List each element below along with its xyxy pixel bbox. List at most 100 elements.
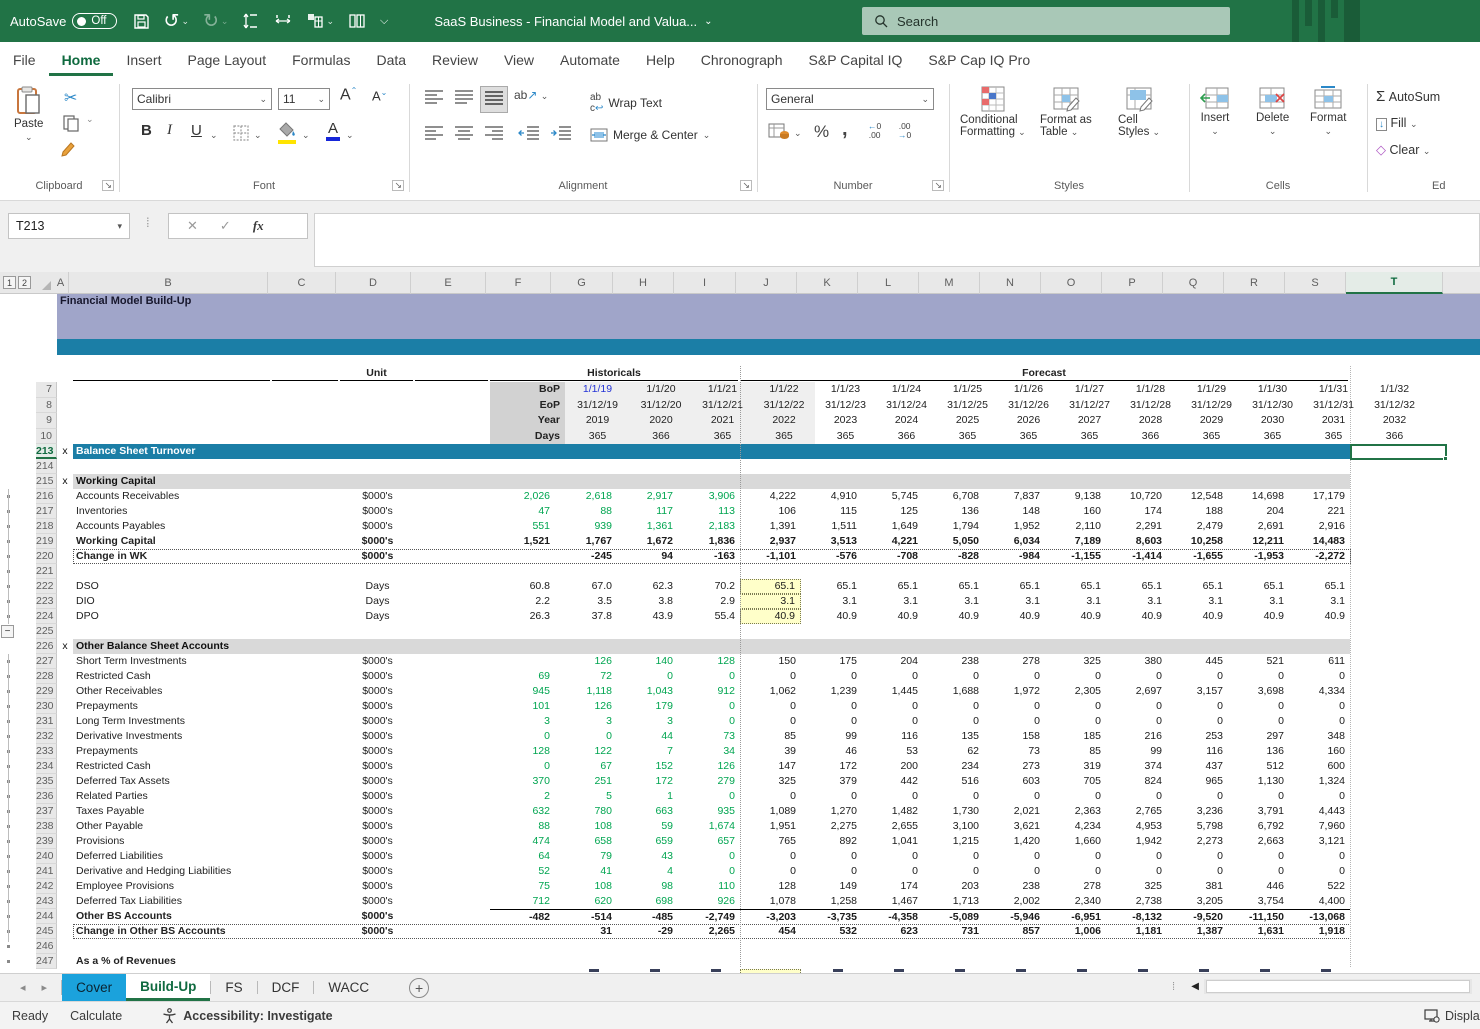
sheet-tab-wacc[interactable]: WACC xyxy=(314,974,383,1001)
ribbon-tab-formulas[interactable]: Formulas xyxy=(279,44,363,76)
cell[interactable] xyxy=(1228,624,1289,639)
cell[interactable]: 40.9 xyxy=(1289,609,1350,624)
cell[interactable]: 73 xyxy=(678,729,740,744)
cell[interactable]: 106 xyxy=(740,504,801,519)
cell[interactable]: 1,511 xyxy=(801,519,862,534)
cell[interactable]: 73 xyxy=(984,744,1045,759)
column-header-D[interactable]: D xyxy=(336,272,411,294)
cell[interactable]: 3.1 xyxy=(801,594,862,609)
cell[interactable] xyxy=(1289,954,1350,969)
cell[interactable] xyxy=(490,939,555,954)
cell[interactable]: 3.1 xyxy=(862,594,923,609)
cell[interactable] xyxy=(740,564,801,579)
cell[interactable]: 31/12/26 xyxy=(998,398,1059,414)
decrease-font-icon[interactable]: A⌄ xyxy=(372,88,387,103)
cell[interactable]: 72 xyxy=(555,669,617,684)
orientation-icon[interactable]: ab↗ ⌄ xyxy=(514,88,548,102)
row-header-244[interactable]: 244 xyxy=(36,909,57,924)
cell[interactable]: 442 xyxy=(862,774,923,789)
cell[interactable]: 4,222 xyxy=(740,489,801,504)
cell[interactable]: 152 xyxy=(617,759,678,774)
percent-icon[interactable]: % xyxy=(814,122,829,142)
cell[interactable]: 1/1/30 xyxy=(1242,382,1303,398)
cell[interactable] xyxy=(923,939,984,954)
cell[interactable]: 0 xyxy=(1289,699,1350,714)
cell[interactable] xyxy=(984,954,1045,969)
borders-caret[interactable]: ⌄ xyxy=(254,130,262,141)
column-header-B[interactable]: B xyxy=(69,272,268,294)
cell[interactable]: 2,479 xyxy=(1167,519,1228,534)
row-header-228[interactable]: 228 xyxy=(36,669,57,684)
cell[interactable]: 2,916 xyxy=(1289,519,1350,534)
cell[interactable]: 0 xyxy=(1167,669,1228,684)
cell[interactable]: 94 xyxy=(617,549,678,564)
cell[interactable]: 0 xyxy=(1106,669,1167,684)
cell[interactable]: 1/1/29 xyxy=(1181,382,1242,398)
cell[interactable]: 0 xyxy=(740,789,801,804)
cell[interactable] xyxy=(801,939,862,954)
cell[interactable] xyxy=(617,459,678,474)
cut-icon[interactable]: ✂ xyxy=(64,88,77,108)
cell[interactable]: 0 xyxy=(862,714,923,729)
cell[interactable]: 6,708 xyxy=(923,489,984,504)
cell[interactable]: 2,273 xyxy=(1167,834,1228,849)
cell[interactable]: 41 xyxy=(555,864,617,879)
cell-styles-button[interactable]: CellStyles ⌄ xyxy=(1118,86,1160,138)
cell[interactable]: 365 xyxy=(565,429,630,445)
cell[interactable]: 1,918 xyxy=(1289,924,1350,939)
insert-cells-button[interactable]: Insert⌄ xyxy=(1200,86,1230,137)
table-row[interactable]: 221 xyxy=(0,564,1350,579)
cell[interactable]: 1,181 xyxy=(1106,924,1167,939)
cell[interactable]: 0 xyxy=(1045,864,1106,879)
cell[interactable]: 0 xyxy=(862,699,923,714)
cell[interactable]: 128 xyxy=(740,879,801,894)
cell[interactable]: 325 xyxy=(1045,654,1106,669)
cell[interactable]: 40.9 xyxy=(1228,609,1289,624)
cell[interactable]: 0 xyxy=(984,864,1045,879)
comma-icon[interactable]: , xyxy=(842,118,848,141)
cell[interactable]: 1,649 xyxy=(862,519,923,534)
cell[interactable]: 0 xyxy=(984,669,1045,684)
cell[interactable] xyxy=(490,564,555,579)
cell[interactable]: 34 xyxy=(678,744,740,759)
cell[interactable]: 64 xyxy=(490,849,555,864)
cell[interactable]: 3,513 xyxy=(801,534,862,549)
cell[interactable]: 603 xyxy=(984,774,1045,789)
cell[interactable]: 116 xyxy=(862,729,923,744)
ribbon-tab-s-p-capital-iq[interactable]: S&P Capital IQ xyxy=(796,44,916,76)
cell[interactable]: 0 xyxy=(923,849,984,864)
cell[interactable]: 2022 xyxy=(753,413,815,429)
cell[interactable]: 10,720 xyxy=(1106,489,1167,504)
cell[interactable] xyxy=(740,954,801,969)
cell[interactable]: 551 xyxy=(490,519,555,534)
column-header-E[interactable]: E xyxy=(411,272,486,294)
cell[interactable]: 2 xyxy=(490,789,555,804)
cell[interactable]: 149 xyxy=(801,879,862,894)
cell[interactable]: 99 xyxy=(801,729,862,744)
cell[interactable]: 75 xyxy=(490,879,555,894)
cell[interactable]: 1,041 xyxy=(862,834,923,849)
cell[interactable]: 2,183 xyxy=(678,519,740,534)
row-header-225[interactable]: 225 xyxy=(36,624,57,639)
cell[interactable]: 4,221 xyxy=(862,534,923,549)
cell[interactable]: 1,258 xyxy=(801,894,862,909)
sheet-tab-build-up[interactable]: Build-Up xyxy=(126,974,210,1001)
cell[interactable]: 40.9 xyxy=(862,609,923,624)
ribbon-tab-automate[interactable]: Automate xyxy=(547,44,633,76)
cell[interactable]: 1,672 xyxy=(617,534,678,549)
cell[interactable]: 31/12/31 xyxy=(1303,398,1364,414)
ribbon-tab-help[interactable]: Help xyxy=(633,44,688,76)
cell[interactable]: 65.1 xyxy=(1289,579,1350,594)
cell[interactable]: -984 xyxy=(984,549,1045,564)
column-header-Q[interactable]: Q xyxy=(1163,272,1224,294)
cell[interactable]: 4 xyxy=(617,864,678,879)
cell[interactable]: 65.1 xyxy=(801,579,862,594)
cell[interactable] xyxy=(1228,459,1289,474)
row-header-231[interactable]: 231 xyxy=(36,714,57,729)
cell[interactable] xyxy=(1045,459,1106,474)
cell[interactable]: 0 xyxy=(1289,789,1350,804)
cell[interactable]: 136 xyxy=(1228,744,1289,759)
cell[interactable]: 14,483 xyxy=(1289,534,1350,549)
customize-qat-icon[interactable]: ⌵ xyxy=(380,15,388,28)
clear-button[interactable]: ◇ Clear ⌄ xyxy=(1376,142,1430,158)
